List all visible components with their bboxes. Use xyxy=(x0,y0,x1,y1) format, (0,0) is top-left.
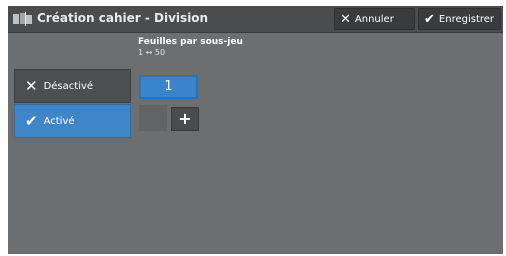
option-enabled[interactable]: ✔ Activé xyxy=(14,104,131,138)
save-button-label: Enregistrer xyxy=(438,13,495,25)
cancel-button-label: Annuler xyxy=(354,13,394,25)
check-icon: ✔ xyxy=(424,11,435,27)
cancel-button[interactable]: ✕ Annuler xyxy=(334,8,415,30)
x-icon: ✕ xyxy=(25,76,38,95)
book-split-icon xyxy=(13,12,32,26)
sheets-per-set-label: Feuilles par sous-jeu xyxy=(138,37,243,47)
check-icon: ✔ xyxy=(25,111,38,130)
increment-button[interactable]: + xyxy=(171,107,199,131)
save-button[interactable]: ✔ Enregistrer xyxy=(418,8,501,30)
x-icon: ✕ xyxy=(340,11,351,27)
page-title: Création cahier - Division xyxy=(37,11,209,25)
decrement-slot xyxy=(139,105,167,131)
sheets-range-label: 1 ↔ 50 xyxy=(138,48,166,57)
header-bar: Création cahier - Division ✕ Annuler ✔ E… xyxy=(8,6,503,33)
option-disabled[interactable]: ✕ Désactivé xyxy=(14,69,131,103)
sheets-per-set-value[interactable]: 1 xyxy=(139,75,198,99)
copy-settings-screen: Création cahier - Division ✕ Annuler ✔ E… xyxy=(8,6,503,254)
option-disabled-label: Désactivé xyxy=(43,80,94,92)
option-enabled-label: Activé xyxy=(43,115,75,127)
